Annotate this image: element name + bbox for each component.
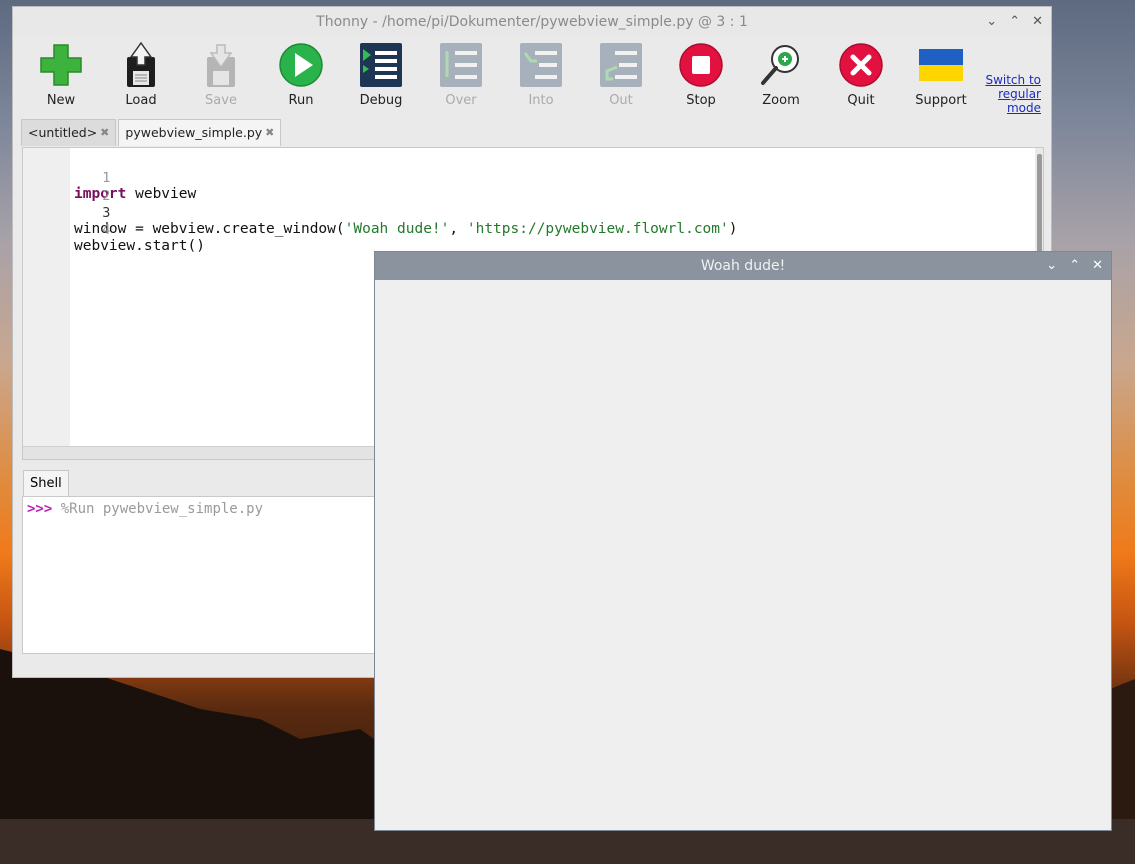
step-into-icon — [517, 41, 565, 89]
webview-window: Woah dude! ⌄ ⌃ ✕ — [374, 251, 1112, 831]
play-icon — [277, 41, 325, 89]
run-label: Run — [288, 93, 314, 108]
save-button[interactable]: Save — [191, 41, 251, 108]
into-label: Into — [528, 93, 554, 108]
switch-line-1: Switch to — [985, 73, 1041, 87]
code-line-2: 2 — [23, 172, 1043, 204]
step-out-button[interactable]: Out — [591, 41, 651, 108]
editor-tabs: <untitled> ✖ pywebview_simple.py ✖ — [21, 119, 283, 147]
toolbar: New Load Save Run Debug Over Into Out St… — [13, 37, 1051, 115]
ukraine-flag-icon — [917, 41, 965, 89]
minimize-button[interactable]: ⌄ — [986, 7, 997, 37]
load-label: Load — [125, 93, 157, 108]
switch-to-regular-mode-link[interactable]: Switch to regular mode — [985, 73, 1041, 115]
thonny-titlebar: Thonny - /home/pi/Dokumenter/pywebview_s… — [13, 7, 1051, 37]
shell-panel[interactable]: >>> %Run pywebview_simple.py — [22, 496, 377, 654]
quit-icon — [837, 41, 885, 89]
tab-close-icon[interactable]: ✖ — [265, 120, 274, 146]
webview-close-button[interactable]: ✕ — [1092, 252, 1103, 280]
maximize-button[interactable]: ⌃ — [1009, 7, 1020, 37]
line-number: 4 — [102, 222, 111, 238]
run-button[interactable]: Run — [271, 41, 331, 108]
tab-label: <untitled> — [28, 125, 98, 140]
switch-line-3: mode — [1006, 101, 1041, 115]
new-button[interactable]: New — [31, 41, 91, 108]
stop-button[interactable]: Stop — [671, 41, 731, 108]
window-title: Thonny - /home/pi/Dokumenter/pywebview_s… — [316, 14, 748, 30]
support-label: Support — [915, 93, 967, 108]
zoom-label: Zoom — [762, 93, 800, 108]
tab-label: pywebview_simple.py — [125, 125, 263, 140]
plus-icon — [37, 41, 85, 89]
debug-button[interactable]: Debug — [351, 41, 411, 108]
close-button[interactable]: ✕ — [1032, 7, 1043, 37]
shell-prompt: >>> — [27, 501, 53, 517]
quit-button[interactable]: Quit — [831, 41, 891, 108]
quit-label: Quit — [847, 93, 875, 108]
switch-line-2: regular — [998, 87, 1041, 101]
support-button[interactable]: Support — [911, 41, 971, 108]
webview-titlebar: Woah dude! ⌄ ⌃ ✕ — [375, 252, 1111, 280]
webview-maximize-button[interactable]: ⌃ — [1069, 252, 1080, 280]
debug-icon — [357, 41, 405, 89]
save-label: Save — [205, 93, 237, 108]
load-button[interactable]: Load — [111, 41, 171, 108]
webview-content[interactable] — [375, 280, 1111, 830]
shell-command: %Run pywebview_simple.py — [52, 501, 264, 517]
new-label: New — [46, 93, 76, 108]
code-line-3: 3 window = webview.create_window('Woah d… — [23, 189, 1043, 237]
tab-pywebview-simple[interactable]: pywebview_simple.py ✖ — [118, 119, 282, 146]
out-label: Out — [609, 93, 633, 108]
webview-minimize-button[interactable]: ⌄ — [1046, 252, 1057, 280]
code-line-1: 1 import webview — [23, 154, 1043, 202]
save-icon — [197, 41, 245, 89]
stop-icon — [677, 41, 725, 89]
webview-title: Woah dude! — [700, 258, 786, 274]
zoom-button[interactable]: Zoom — [751, 41, 811, 108]
debug-label: Debug — [359, 93, 403, 108]
tab-shell[interactable]: Shell — [23, 470, 69, 497]
tab-untitled[interactable]: <untitled> ✖ — [21, 119, 117, 146]
load-icon — [117, 41, 165, 89]
code-line-4: 4 webview.start() — [23, 206, 1043, 254]
over-label: Over — [445, 93, 477, 108]
stop-label: Stop — [686, 93, 716, 108]
zoom-icon — [757, 41, 805, 89]
step-out-icon — [597, 41, 645, 89]
step-over-icon — [437, 41, 485, 89]
step-over-button[interactable]: Over — [431, 41, 491, 108]
step-into-button[interactable]: Into — [511, 41, 571, 108]
code-text: webview.start() — [74, 238, 205, 254]
tab-close-icon[interactable]: ✖ — [100, 120, 109, 146]
